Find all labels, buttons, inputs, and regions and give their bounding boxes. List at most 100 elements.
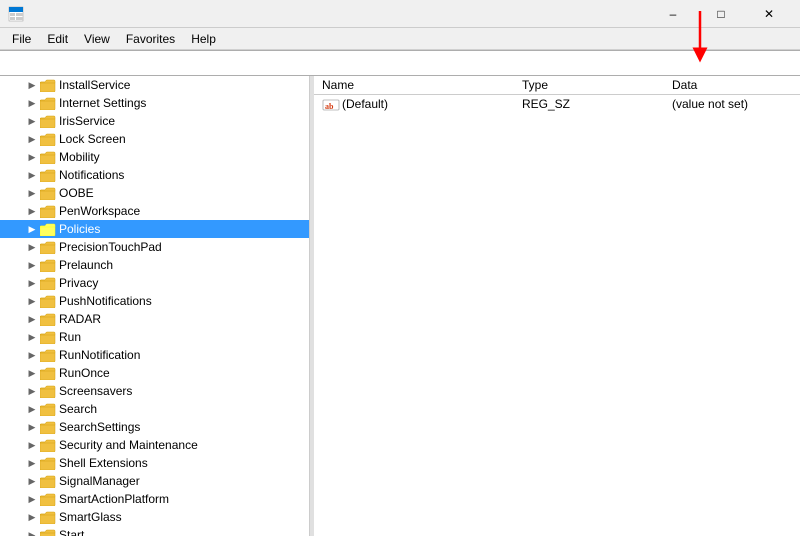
menu-bar: FileEditViewFavoritesHelp [0, 28, 800, 50]
menu-item-view[interactable]: View [76, 30, 118, 48]
cell-data: (value not set) [664, 95, 800, 114]
expand-arrow-securityandmaintenance[interactable] [24, 437, 40, 453]
tree-item-installservice[interactable]: InstallService [0, 76, 309, 94]
title-bar: – □ ✕ [0, 0, 800, 28]
expand-arrow-pushnotifications[interactable] [24, 293, 40, 309]
tree-item-privacy[interactable]: Privacy [0, 274, 309, 292]
minimize-button[interactable]: – [650, 0, 696, 28]
tree-item-signalmanager[interactable]: SignalManager [0, 472, 309, 490]
folder-icon-smartactionplatform [40, 492, 56, 506]
tree-item-radar[interactable]: RADAR [0, 310, 309, 328]
tree-item-searchsettings[interactable]: SearchSettings [0, 418, 309, 436]
folder-icon-radar [40, 312, 56, 326]
col-type[interactable]: Type [514, 76, 664, 95]
col-name[interactable]: Name [314, 76, 514, 95]
tree-label-signalmanager: SignalManager [59, 474, 140, 488]
expand-arrow-runnotification[interactable] [24, 347, 40, 363]
expand-arrow-screensavers[interactable] [24, 383, 40, 399]
expand-arrow-privacy[interactable] [24, 275, 40, 291]
table-row[interactable]: ab (Default)REG_SZ(value not set) [314, 95, 800, 114]
menu-item-help[interactable]: Help [183, 30, 224, 48]
tree-item-start[interactable]: Start [0, 526, 309, 536]
folder-icon-internetsettings [40, 96, 56, 110]
tree-label-securityandmaintenance: Security and Maintenance [59, 438, 198, 452]
tree-label-start: Start [59, 528, 84, 536]
tree-item-shellextensions[interactable]: Shell Extensions [0, 454, 309, 472]
tree-label-search: Search [59, 402, 97, 416]
expand-arrow-policies[interactable] [24, 221, 40, 237]
tree-item-policies[interactable]: Policies [0, 220, 309, 238]
expand-arrow-shellextensions[interactable] [24, 455, 40, 471]
expand-arrow-run[interactable] [24, 329, 40, 345]
tree-item-securityandmaintenance[interactable]: Security and Maintenance [0, 436, 309, 454]
tree-panel[interactable]: InstallService Internet Settings IrisSer… [0, 76, 310, 536]
tree-label-screensavers: Screensavers [59, 384, 132, 398]
folder-icon-installservice [40, 78, 56, 92]
tree-item-smartglass[interactable]: SmartGlass [0, 508, 309, 526]
tree-item-pushnotifications[interactable]: PushNotifications [0, 292, 309, 310]
tree-item-lockscreen[interactable]: Lock Screen [0, 130, 309, 148]
expand-arrow-precisiontouchpad[interactable] [24, 239, 40, 255]
tree-label-policies: Policies [59, 222, 100, 236]
address-bar [0, 50, 800, 76]
tree-item-precisiontouchpad[interactable]: PrecisionTouchPad [0, 238, 309, 256]
folder-icon-signalmanager [40, 474, 56, 488]
expand-arrow-runonce[interactable] [24, 365, 40, 381]
expand-arrow-smartactionplatform[interactable] [24, 491, 40, 507]
maximize-button[interactable]: □ [698, 0, 744, 28]
main-content: InstallService Internet Settings IrisSer… [0, 76, 800, 536]
tree-label-penworkspace: PenWorkspace [59, 204, 140, 218]
menu-item-edit[interactable]: Edit [39, 30, 76, 48]
tree-item-run[interactable]: Run [0, 328, 309, 346]
expand-arrow-lockscreen[interactable] [24, 131, 40, 147]
expand-arrow-searchsettings[interactable] [24, 419, 40, 435]
expand-arrow-notifications[interactable] [24, 167, 40, 183]
tree-item-irisservice[interactable]: IrisService [0, 112, 309, 130]
expand-arrow-oobe[interactable] [24, 185, 40, 201]
expand-arrow-start[interactable] [24, 527, 40, 536]
tree-item-runonce[interactable]: RunOnce [0, 364, 309, 382]
cell-type: REG_SZ [514, 95, 664, 114]
folder-icon-searchsettings [40, 420, 56, 434]
tree-label-installservice: InstallService [59, 78, 130, 92]
folder-icon-screensavers [40, 384, 56, 398]
menu-item-file[interactable]: File [4, 30, 39, 48]
expand-arrow-internetsettings[interactable] [24, 95, 40, 111]
folder-icon-securityandmaintenance [40, 438, 56, 452]
tree-item-prelaunch[interactable]: Prelaunch [0, 256, 309, 274]
tree-label-internetsettings: Internet Settings [59, 96, 146, 110]
tree-item-smartactionplatform[interactable]: SmartActionPlatform [0, 490, 309, 508]
tree-item-runnotification[interactable]: RunNotification [0, 346, 309, 364]
tree-label-smartactionplatform: SmartActionPlatform [59, 492, 169, 506]
folder-icon-run [40, 330, 56, 344]
menu-item-favorites[interactable]: Favorites [118, 30, 183, 48]
expand-arrow-radar[interactable] [24, 311, 40, 327]
expand-arrow-smartglass[interactable] [24, 509, 40, 525]
tree-item-internetsettings[interactable]: Internet Settings [0, 94, 309, 112]
tree-label-runonce: RunOnce [59, 366, 110, 380]
tree-item-penworkspace[interactable]: PenWorkspace [0, 202, 309, 220]
tree-item-mobility[interactable]: Mobility [0, 148, 309, 166]
expand-arrow-installservice[interactable] [24, 77, 40, 93]
expand-arrow-prelaunch[interactable] [24, 257, 40, 273]
folder-icon-irisservice [40, 114, 56, 128]
col-data[interactable]: Data [664, 76, 800, 95]
tree-label-irisservice: IrisService [59, 114, 115, 128]
svg-text:ab: ab [325, 102, 334, 111]
folder-icon-privacy [40, 276, 56, 290]
tree-item-screensavers[interactable]: Screensavers [0, 382, 309, 400]
expand-arrow-mobility[interactable] [24, 149, 40, 165]
tree-label-runnotification: RunNotification [59, 348, 140, 362]
folder-icon-lockscreen [40, 132, 56, 146]
tree-item-search[interactable]: Search [0, 400, 309, 418]
close-button[interactable]: ✕ [746, 0, 792, 28]
expand-arrow-search[interactable] [24, 401, 40, 417]
expand-arrow-penworkspace[interactable] [24, 203, 40, 219]
folder-icon-search [40, 402, 56, 416]
expand-arrow-irisservice[interactable] [24, 113, 40, 129]
tree-item-oobe[interactable]: OOBE [0, 184, 309, 202]
expand-arrow-signalmanager[interactable] [24, 473, 40, 489]
tree-label-run: Run [59, 330, 81, 344]
tree-label-radar: RADAR [59, 312, 101, 326]
tree-item-notifications[interactable]: Notifications [0, 166, 309, 184]
